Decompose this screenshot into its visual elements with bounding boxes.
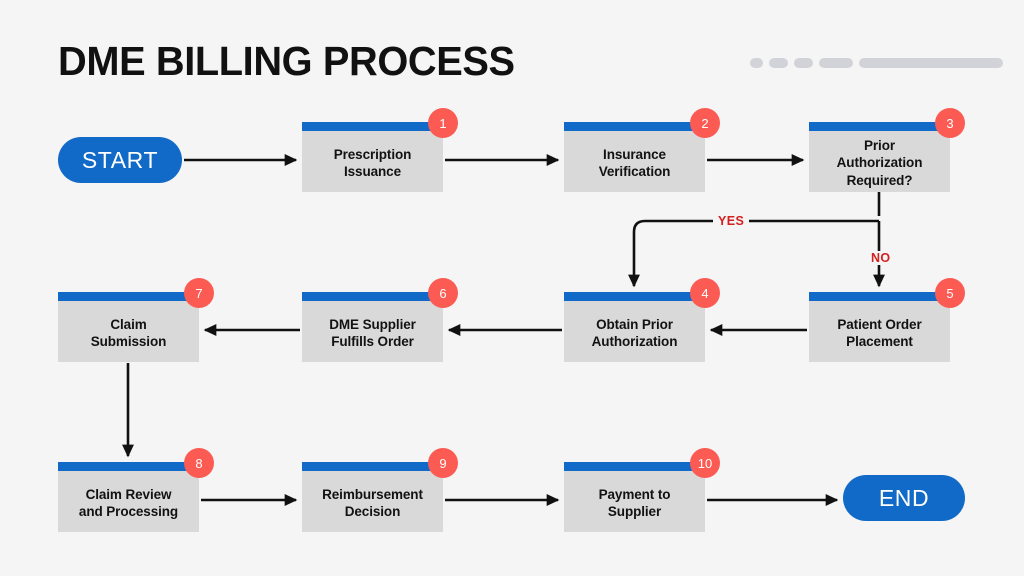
deco-dot-2 <box>769 58 788 68</box>
end-node-label: END <box>878 484 930 511</box>
node-obtain-prior-authorization[interactable]: Obtain Prior Authorization 4 <box>564 278 720 362</box>
node-patient-order-placement[interactable]: Patient Order Placement 5 <box>809 278 965 362</box>
node-claim-submission[interactable]: Claim Submission 7 <box>58 278 214 362</box>
node-reimbursement-decision-label: Reimbursement Decision <box>322 486 423 519</box>
node-patient-order-placement-step-badge: 5 <box>935 278 965 308</box>
node-payment-to-supplier[interactable]: Payment to Supplier 10 <box>564 448 720 532</box>
node-claim-submission-label: Claim Submission <box>90 316 167 349</box>
deco-dot-3 <box>794 58 813 68</box>
deco-pill-5 <box>859 58 1003 68</box>
deco-pill-4 <box>819 58 853 68</box>
node-patient-order-placement-accent-bar <box>809 292 950 301</box>
node-claim-review-and-processing-label: Claim Review and Processing <box>78 486 179 519</box>
node-prior-authorization-required[interactable]: Prior Authorization Required? 3 <box>809 108 965 192</box>
connector-3-yes-to-4 <box>628 219 879 288</box>
branch-label-no: NO <box>866 251 896 265</box>
node-dme-supplier-fulfills-order-step-badge: 6 <box>428 278 458 308</box>
node-prescription-issuance-step-badge: 1 <box>428 108 458 138</box>
node-reimbursement-decision[interactable]: Reimbursement Decision 9 <box>302 448 458 532</box>
node-claim-submission-accent-bar <box>58 292 199 301</box>
end-node[interactable]: END <box>843 475 965 521</box>
node-claim-review-and-processing-step-badge: 8 <box>184 448 214 478</box>
node-obtain-prior-authorization-accent-bar <box>564 292 705 301</box>
header-decoration <box>750 58 1003 68</box>
node-payment-to-supplier-label: Payment to Supplier <box>598 486 671 519</box>
node-claim-submission-step-badge: 7 <box>184 278 214 308</box>
branch-label-yes: YES <box>713 214 750 228</box>
node-dme-supplier-fulfills-order-label: DME Supplier Fulfills Order <box>329 316 416 349</box>
node-payment-to-supplier-accent-bar <box>564 462 705 471</box>
node-reimbursement-decision-accent-bar <box>302 462 443 471</box>
start-node[interactable]: START <box>58 137 182 183</box>
node-insurance-verification[interactable]: Insurance Verification 2 <box>564 108 720 192</box>
node-prescription-issuance[interactable]: Prescription Issuance 1 <box>302 108 458 192</box>
start-node-label: START <box>81 146 159 173</box>
node-prescription-issuance-label: Prescription Issuance <box>333 146 412 179</box>
node-obtain-prior-authorization-label: Obtain Prior Authorization <box>591 316 678 349</box>
node-dme-supplier-fulfills-order[interactable]: DME Supplier Fulfills Order 6 <box>302 278 458 362</box>
node-claim-review-and-processing-accent-bar <box>58 462 199 471</box>
flowchart-canvas: DME BILLING PROCESS START END Prescripti… <box>0 0 1024 576</box>
page-title: DME BILLING PROCESS <box>58 38 515 84</box>
node-prescription-issuance-accent-bar <box>302 122 443 131</box>
node-insurance-verification-label: Insurance Verification <box>598 146 671 179</box>
node-payment-to-supplier-step-badge: 10 <box>690 448 720 478</box>
node-insurance-verification-accent-bar <box>564 122 705 131</box>
node-reimbursement-decision-step-badge: 9 <box>428 448 458 478</box>
node-prior-authorization-required-step-badge: 3 <box>935 108 965 138</box>
deco-dot-1 <box>750 58 763 68</box>
node-dme-supplier-fulfills-order-accent-bar <box>302 292 443 301</box>
node-claim-review-and-processing[interactable]: Claim Review and Processing 8 <box>58 448 214 532</box>
node-insurance-verification-step-badge: 2 <box>690 108 720 138</box>
node-prior-authorization-required-label: Prior Authorization Required? <box>836 138 923 188</box>
node-obtain-prior-authorization-step-badge: 4 <box>690 278 720 308</box>
node-patient-order-placement-label: Patient Order Placement <box>837 316 922 349</box>
